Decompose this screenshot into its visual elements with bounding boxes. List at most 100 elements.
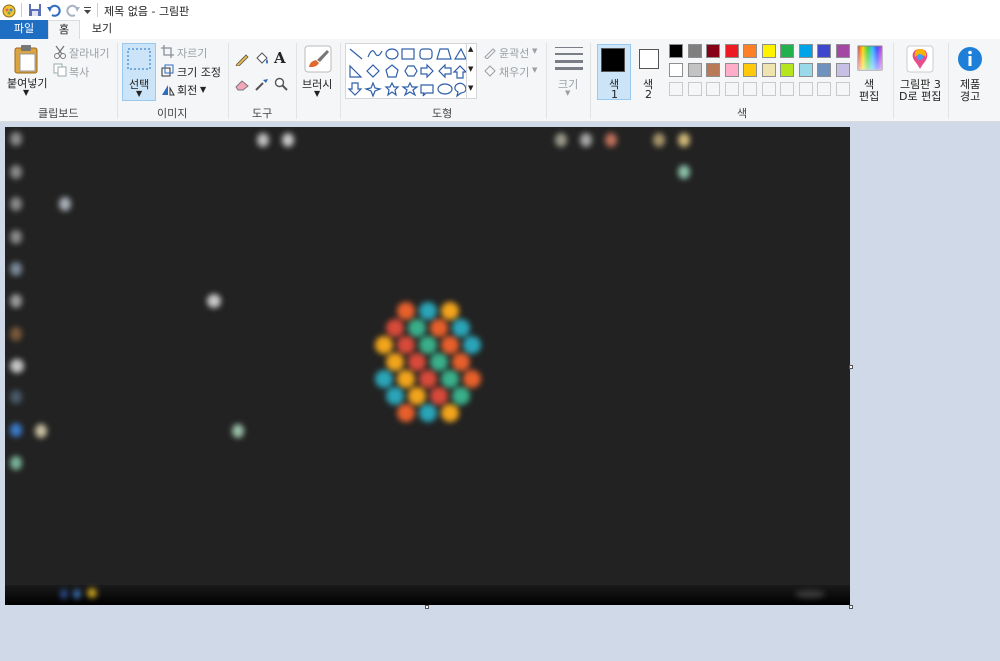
palette-swatch[interactable] — [687, 82, 702, 96]
canvas-resize-handle-right[interactable] — [849, 365, 853, 369]
outline-button[interactable]: 윤곽선 — [499, 45, 529, 61]
tab-home[interactable]: 홈 — [48, 20, 80, 39]
outline-dropdown-icon[interactable]: ▼ — [532, 47, 537, 55]
cut-button[interactable]: 잘라내기 — [69, 45, 109, 61]
palette-swatch[interactable] — [817, 82, 831, 96]
redo-icon[interactable] — [65, 2, 81, 18]
palette-swatch[interactable] — [669, 82, 683, 96]
save-icon[interactable] — [27, 2, 43, 18]
palette-swatch[interactable] — [761, 63, 776, 77]
canvas-area[interactable] — [0, 122, 1000, 661]
palette-swatch[interactable] — [798, 82, 813, 96]
color1-swatch[interactable] — [601, 48, 625, 72]
paint3d-icon[interactable] — [906, 45, 934, 76]
color2-swatch[interactable] — [639, 49, 659, 69]
canvas-resize-handle-bottom[interactable] — [425, 605, 429, 609]
group-separator — [893, 43, 894, 119]
palette-swatch[interactable] — [835, 82, 850, 96]
tab-view[interactable]: 보기 — [84, 20, 120, 39]
eraser-icon[interactable] — [235, 79, 250, 94]
palette-swatch[interactable] — [724, 82, 739, 96]
hexagon-dot — [375, 370, 393, 388]
shapes-gallery-icons[interactable] — [347, 45, 467, 99]
magnifier-icon[interactable] — [274, 77, 288, 94]
undo-icon[interactable] — [46, 2, 62, 18]
resize-icon[interactable] — [161, 64, 174, 80]
palette-swatch[interactable] — [743, 82, 757, 96]
select-rectangle-icon[interactable] — [127, 48, 151, 73]
resize-button[interactable]: 크기 조정 — [177, 64, 221, 80]
palette-swatch[interactable] — [780, 82, 794, 96]
group-separator — [117, 43, 118, 119]
palette-swatch[interactable] — [835, 44, 850, 58]
line-size-icon[interactable] — [555, 46, 583, 73]
cut-icon[interactable] — [53, 45, 67, 62]
palette-swatch[interactable] — [669, 44, 683, 58]
palette-swatch[interactable] — [780, 63, 794, 77]
blurred-desktop-icon — [59, 197, 71, 211]
text-tool-icon[interactable]: A — [274, 49, 286, 67]
crop-button[interactable]: 자르기 — [177, 45, 207, 61]
palette-swatch[interactable] — [687, 63, 702, 77]
customize-toolbar-icon[interactable] — [83, 2, 93, 18]
palette-swatch[interactable] — [743, 63, 757, 77]
size-dropdown-icon[interactable]: ▼ — [565, 89, 570, 97]
rotate-icon[interactable] — [161, 83, 175, 99]
paint3d-label-2[interactable]: D로 편집 — [899, 88, 941, 104]
select-dropdown-icon[interactable]: ▼ — [136, 89, 142, 98]
hexagon-dot — [386, 387, 404, 405]
palette-swatch[interactable] — [687, 44, 702, 58]
scroll-up-icon[interactable]: ▲ — [468, 45, 473, 53]
paste-dropdown-icon[interactable]: ▼ — [23, 88, 29, 97]
canvas-resize-handle-corner[interactable] — [849, 605, 853, 609]
copy-button[interactable]: 복사 — [69, 64, 89, 80]
palette-swatch[interactable] — [817, 63, 831, 77]
palette-swatch[interactable] — [817, 44, 831, 58]
tab-file[interactable]: 파일 — [0, 20, 48, 39]
palette-swatch[interactable] — [706, 44, 720, 58]
drawing-canvas[interactable] — [5, 127, 850, 605]
palette-swatch[interactable] — [780, 44, 794, 58]
copy-icon[interactable] — [53, 63, 67, 80]
edit-colors-label-2[interactable]: 편집 — [859, 88, 879, 104]
blurred-desktop-icon — [10, 359, 24, 373]
palette-swatch[interactable] — [669, 63, 683, 77]
palette-swatch[interactable] — [724, 44, 739, 58]
product-alert-label-2[interactable]: 경고 — [960, 88, 980, 104]
fill-button[interactable]: 채우기 — [499, 64, 529, 80]
color-picker-icon[interactable] — [255, 77, 269, 94]
hexagon-dot — [441, 370, 459, 388]
paint-app-icon[interactable] — [1, 2, 17, 18]
shapes-scrollbar[interactable]: ▲ ▼ ▼ — [466, 43, 477, 99]
blurred-taskbar-icon — [73, 589, 81, 599]
pencil-icon[interactable] — [235, 52, 249, 69]
palette-swatch[interactable] — [798, 63, 813, 77]
palette-swatch[interactable] — [724, 63, 739, 77]
palette-swatch[interactable] — [706, 82, 720, 96]
rotate-dropdown-icon[interactable]: ▼ — [200, 85, 206, 94]
scroll-down-icon[interactable]: ▼ — [468, 65, 473, 73]
outline-icon[interactable] — [483, 45, 497, 62]
brushes-dropdown-icon[interactable]: ▼ — [314, 89, 320, 98]
palette-swatch[interactable] — [761, 82, 776, 96]
brush-icon[interactable] — [304, 45, 332, 76]
crop-icon[interactable] — [161, 45, 174, 61]
palette-swatch[interactable] — [798, 44, 813, 58]
palette-swatch[interactable] — [743, 44, 757, 58]
titlebar-divider — [97, 3, 98, 17]
hexagon-dot — [397, 370, 415, 388]
palette-swatch[interactable] — [761, 44, 776, 58]
palette-swatch[interactable] — [835, 63, 850, 77]
fill-icon[interactable] — [483, 64, 497, 81]
blurred-hexagon-logo — [375, 302, 481, 422]
gallery-expand-icon[interactable]: ▼ — [468, 84, 473, 92]
palette-swatch[interactable] — [706, 63, 720, 77]
fill-dropdown-icon[interactable]: ▼ — [532, 66, 537, 74]
info-icon[interactable] — [957, 46, 983, 75]
paste-icon[interactable] — [12, 44, 40, 77]
hexagon-dot — [419, 370, 437, 388]
title-bar: 제목 없음 - 그림판 — [0, 0, 1000, 20]
rotate-button[interactable]: 회전 — [177, 82, 197, 98]
edit-colors-icon[interactable] — [857, 45, 883, 74]
fill-bucket-icon[interactable] — [254, 51, 270, 70]
